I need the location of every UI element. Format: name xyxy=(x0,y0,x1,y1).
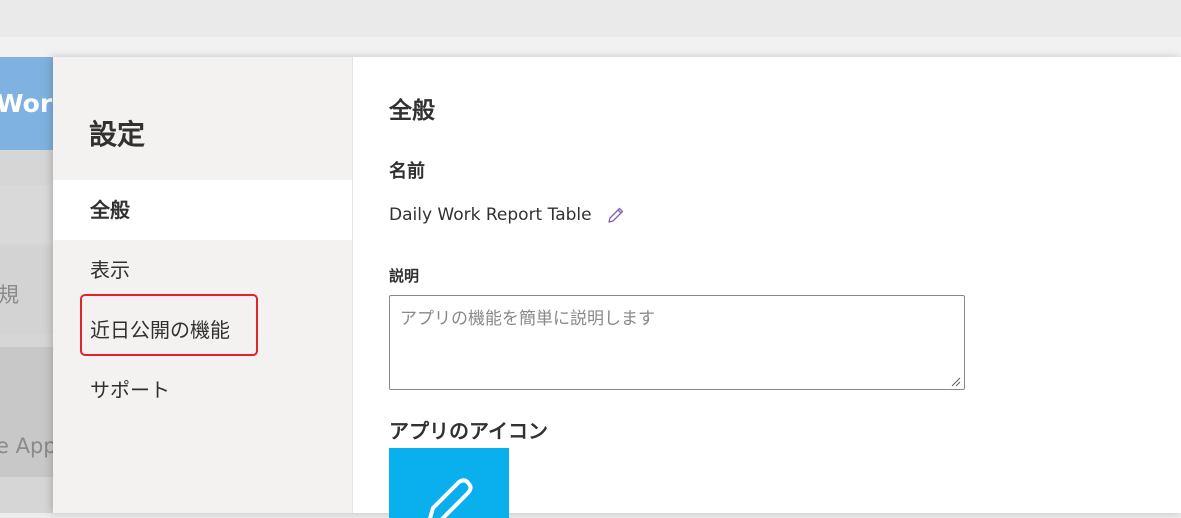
top-bar-secondary xyxy=(0,37,1181,57)
settings-content: 全般 名前 Daily Work Report Table 説明 アプリのアイコ… xyxy=(389,57,1179,518)
settings-title: 設定 xyxy=(89,118,146,151)
pencil-icon[interactable] xyxy=(606,205,626,225)
nav-item-general[interactable]: 全般 xyxy=(53,180,352,240)
background-row-text: e App xyxy=(0,434,57,458)
description-label: 説明 xyxy=(389,267,420,285)
background-app: Work 規 e App xyxy=(0,57,60,513)
nav-item-upcoming-features[interactable]: 近日公開の機能 xyxy=(53,300,352,360)
app-icon-tile[interactable] xyxy=(389,448,509,518)
description-field[interactable] xyxy=(389,295,965,390)
settings-dialog: 設定 全般 表示 近日公開の機能 サポート 全般 名前 Daily Work R… xyxy=(53,57,1181,518)
background-row xyxy=(0,185,60,243)
nav-item-display[interactable]: 表示 xyxy=(53,240,352,300)
name-label: 名前 xyxy=(389,161,425,182)
pencil-icon xyxy=(428,478,473,518)
background-app-banner-text: Work xyxy=(0,89,60,118)
name-row: Daily Work Report Table xyxy=(389,205,626,225)
app-name-value: Daily Work Report Table xyxy=(389,205,592,225)
background-row-text: 規 xyxy=(0,283,19,307)
app-icon-label: アプリのアイコン xyxy=(389,419,548,443)
top-bar xyxy=(0,0,1181,37)
resize-grip-icon[interactable] xyxy=(951,377,961,387)
section-heading: 全般 xyxy=(389,98,435,124)
nav-item-support[interactable]: サポート xyxy=(53,360,352,420)
background-app-banner: Work xyxy=(0,57,60,150)
settings-nav: 設定 全般 表示 近日公開の機能 サポート xyxy=(53,57,353,513)
